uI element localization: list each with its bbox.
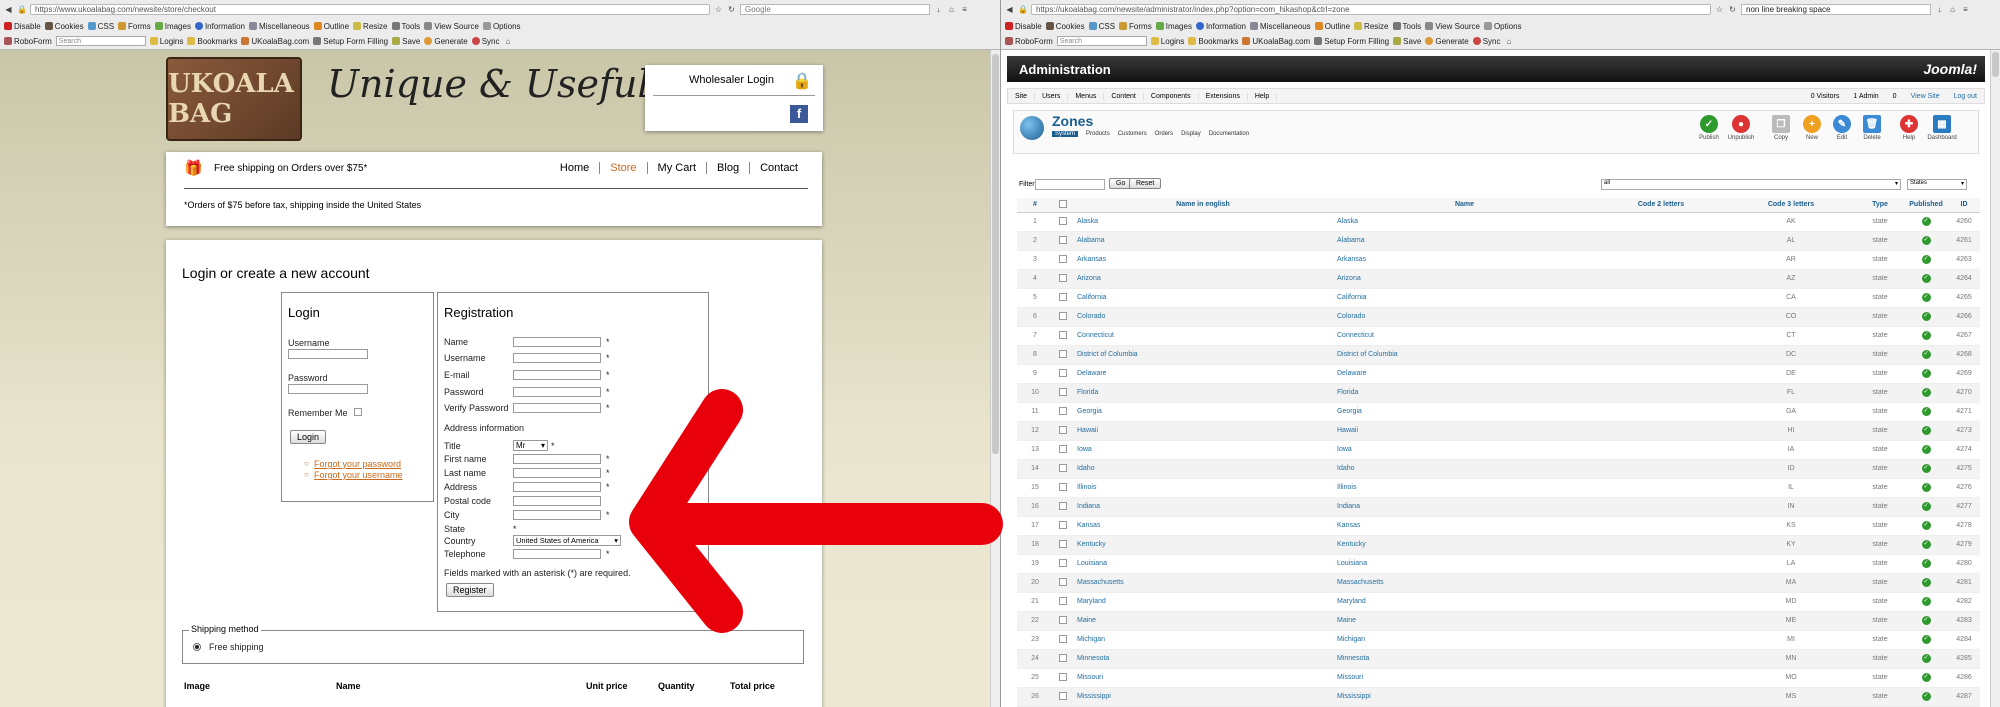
annotation-arrow xyxy=(629,389,1003,633)
